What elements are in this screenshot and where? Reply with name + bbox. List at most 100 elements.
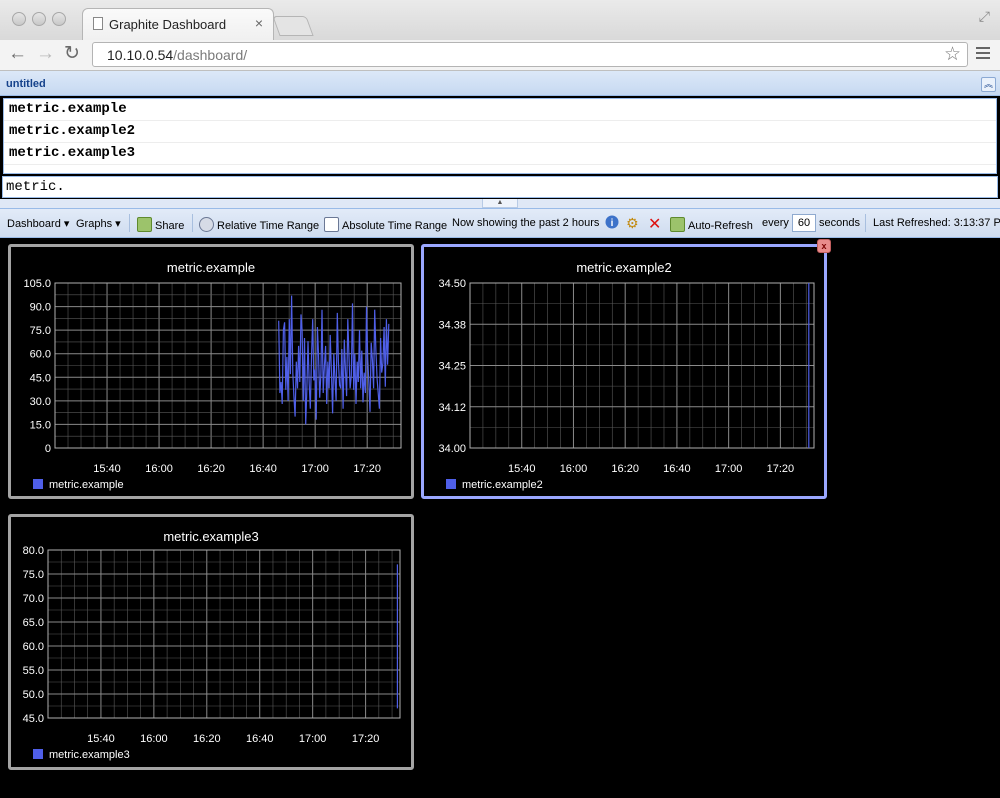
share-icon <box>137 217 152 232</box>
x-tick-label: 17:00 <box>299 733 327 745</box>
minimize-window-button[interactable] <box>32 12 46 26</box>
chart-title: metric.example2 <box>576 260 671 275</box>
x-tick-label: 16:00 <box>140 733 168 745</box>
tab-close-icon[interactable]: × <box>255 15 263 31</box>
x-tick-label: 17:00 <box>715 463 743 475</box>
y-tick-label: 60.0 <box>30 349 51 361</box>
auto-refresh-button[interactable]: Auto-Refresh <box>670 217 753 232</box>
x-tick-label: 16:20 <box>197 463 225 475</box>
x-tick-label: 17:20 <box>352 733 380 745</box>
back-arrow-icon[interactable]: ← <box>8 43 27 65</box>
x-tick-label: 16:40 <box>249 463 277 475</box>
series-line-metric-example <box>278 295 390 425</box>
x-tick-label: 16:20 <box>611 463 639 475</box>
y-tick-label: 45.0 <box>23 713 44 725</box>
legend-label: metric.example2 <box>462 479 543 491</box>
time-range-status: Now showing the past 2 hours <box>452 217 600 229</box>
svg-text:i: i <box>611 218 614 229</box>
chart-title: metric.example <box>167 260 255 275</box>
graph-pane-metric-example3[interactable]: metric.example3 45.0 50.0 55.0 60.0 65.0 70.0 7… <box>8 514 414 770</box>
metric-completer-list: metric.example metric.example2 metric.ex… <box>3 98 997 174</box>
y-tick-label: 55.0 <box>23 665 44 677</box>
legend-label: metric.example3 <box>49 749 130 761</box>
zoom-window-button[interactable] <box>52 12 66 26</box>
reload-icon[interactable]: ↻ <box>64 43 80 65</box>
forward-arrow-icon[interactable]: → <box>36 43 55 65</box>
document-icon <box>93 17 103 30</box>
toolbar-separator <box>129 214 130 232</box>
y-tick-label: 105.0 <box>23 278 51 290</box>
legend-swatch <box>33 479 43 489</box>
url-text: 10.10.0.54/dashboard/ <box>107 47 248 63</box>
x-tick-label: 16:20 <box>193 733 221 745</box>
y-tick-label: 45.0 <box>30 372 51 384</box>
info-icon[interactable]: i <box>605 215 619 232</box>
x-tick-label: 16:40 <box>663 463 691 475</box>
x-tick-label: 15:40 <box>87 733 115 745</box>
browser-titlebar: Graphite Dashboard × ⤢ <box>0 0 1000 41</box>
x-tick-label: 15:40 <box>508 463 536 475</box>
x-tick-label: 17:20 <box>353 463 381 475</box>
seconds-label: seconds <box>819 217 860 229</box>
relative-time-range-button[interactable]: Relative Time Range <box>199 217 319 232</box>
chart-title: metric.example3 <box>163 529 258 544</box>
toolbar-separator <box>192 214 193 232</box>
panel-splitter[interactable]: ▲ <box>0 199 1000 208</box>
y-tick-label: 80.0 <box>23 545 44 557</box>
x-tick-label: 15:40 <box>93 463 121 475</box>
graph-pane-metric-example[interactable]: metric.example 0 15.0 30.0 45.0 60.0 75.0 90.0 1… <box>8 244 414 499</box>
y-tick-label: 34.00 <box>438 443 466 455</box>
collapse-up-icon[interactable]: ︽ <box>981 77 996 92</box>
share-button[interactable]: Share <box>137 217 184 232</box>
y-tick-label: 34.38 <box>438 319 466 331</box>
graph-metric-example2: metric.example2 34.00 34.12 34.25 34.38 34.50… <box>438 260 815 491</box>
y-tick-label: 70.0 <box>23 593 44 605</box>
every-label: every <box>762 217 789 229</box>
browser-toolbar: ← → ↻ 10.10.0.54/dashboard/ ☆ <box>0 40 1000 71</box>
absolute-time-range-button[interactable]: Absolute Time Range <box>324 217 447 232</box>
y-tick-label: 34.50 <box>438 278 466 290</box>
y-tick-label: 90.0 <box>30 302 51 314</box>
remove-graph-icon[interactable]: x <box>817 239 831 253</box>
refresh-interval-input[interactable] <box>792 214 816 232</box>
y-tick-label: 75.0 <box>30 325 51 337</box>
list-item[interactable]: metric.example <box>4 99 996 121</box>
dashboard-menu[interactable]: Dashboard ▾ <box>7 217 69 230</box>
completer-panel-header: untitled ︽ <box>0 71 1000 96</box>
bookmark-star-icon[interactable]: ☆ <box>944 43 961 66</box>
menu-icon[interactable] <box>976 44 990 62</box>
graph-metric-example3: metric.example3 45.0 50.0 55.0 60.0 65.0 70.0 7… <box>23 529 401 761</box>
list-item[interactable]: metric.example3 <box>4 143 996 165</box>
toolbar-separator <box>865 214 866 232</box>
y-tick-label: 50.0 <box>23 689 44 701</box>
address-bar[interactable]: 10.10.0.54/dashboard/ ☆ <box>92 42 968 67</box>
last-refreshed-text: Last Refreshed: 3:13:37 PM <box>873 217 1000 229</box>
x-tick-label: 16:00 <box>145 463 173 475</box>
metric-search-input[interactable] <box>2 176 998 198</box>
y-tick-label: 65.0 <box>23 617 44 629</box>
y-tick-label: 34.12 <box>438 402 466 414</box>
x-tick-label: 17:00 <box>301 463 329 475</box>
y-tick-label: 60.0 <box>23 641 44 653</box>
browser-tab[interactable]: Graphite Dashboard × <box>82 8 274 40</box>
graph-metric-example: metric.example 0 15.0 30.0 45.0 60.0 75.0 90.0 1… <box>23 260 402 491</box>
x-tick-label: 17:20 <box>767 463 795 475</box>
graph-pane-metric-example2[interactable]: metric.example2 34.00 34.12 34.25 34.38 34.50… <box>421 244 827 499</box>
red-x-icon[interactable]: ✕ <box>648 214 661 234</box>
list-item[interactable]: metric.example2 <box>4 121 996 143</box>
calendar-icon <box>324 217 339 232</box>
gear-icon[interactable]: ⚙ <box>626 215 639 232</box>
close-window-button[interactable] <box>12 12 26 26</box>
y-tick-label: 30.0 <box>30 396 51 408</box>
new-tab-button[interactable] <box>272 16 314 36</box>
fullscreen-icon[interactable]: ⤢ <box>979 8 990 25</box>
legend-swatch <box>446 479 456 489</box>
legend-swatch <box>33 749 43 759</box>
y-tick-label: 75.0 <box>23 569 44 581</box>
y-tick-label: 15.0 <box>30 419 51 431</box>
panel-title: untitled <box>6 78 46 90</box>
splitter-grip-icon[interactable]: ▲ <box>482 199 518 208</box>
y-tick-label: 34.25 <box>438 361 466 373</box>
x-tick-label: 16:00 <box>560 463 588 475</box>
graphs-menu[interactable]: Graphs ▾ <box>76 217 121 230</box>
